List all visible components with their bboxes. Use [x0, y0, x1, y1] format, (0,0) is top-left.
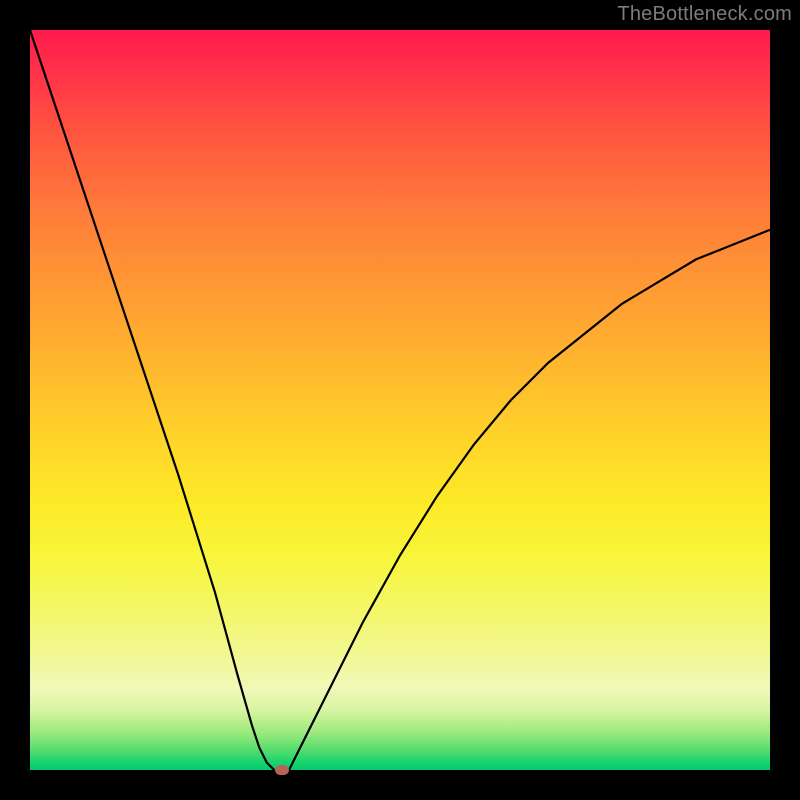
- chart-frame: TheBottleneck.com: [0, 0, 800, 800]
- curve-svg: [30, 30, 770, 770]
- left-curve: [30, 30, 274, 770]
- right-curve: [289, 230, 770, 770]
- watermark-text: TheBottleneck.com: [617, 3, 792, 26]
- valley-marker: [275, 765, 289, 775]
- plot-area: [30, 30, 770, 770]
